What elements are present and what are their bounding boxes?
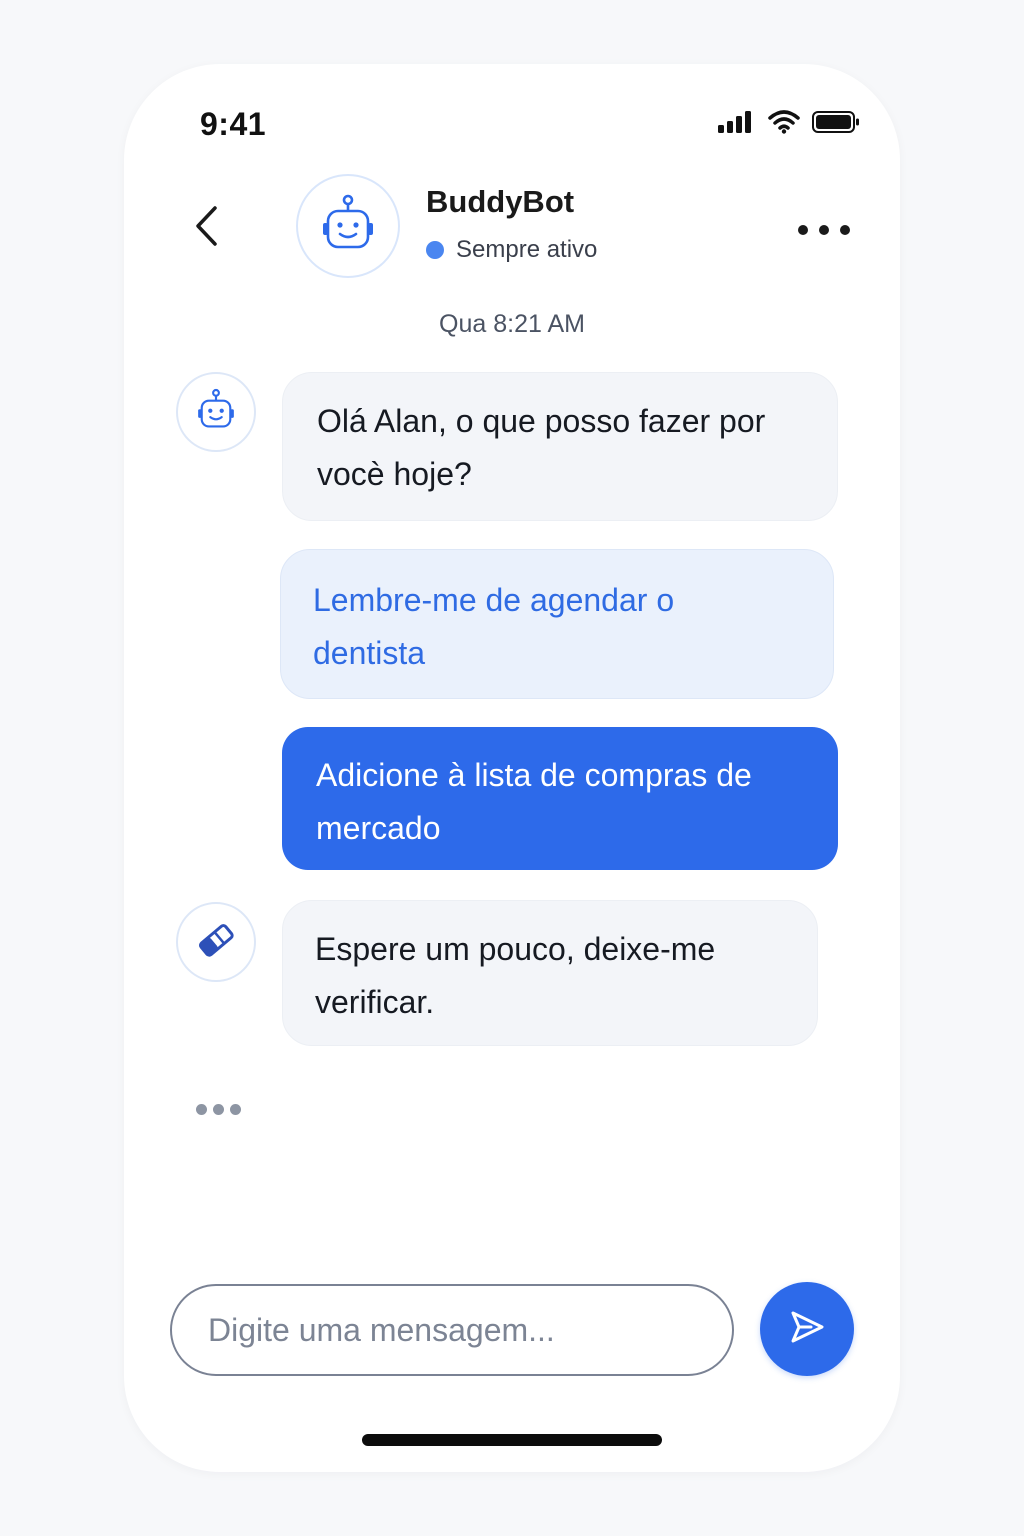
bot-message-bubble: Olá Alan, o que posso fazer por vocè hoj… xyxy=(282,372,838,521)
user-message-text: Adicione à lista de compras de mercado xyxy=(316,757,752,846)
bot-status-text: Sempre ativo xyxy=(456,236,598,263)
suggestion-chip[interactable]: Lembre-me de agendar o dentista xyxy=(280,549,834,699)
message-timestamp: Qua 8:21 AM xyxy=(439,310,585,338)
eraser-icon xyxy=(196,920,236,965)
battery-icon xyxy=(812,110,860,139)
bot-message-avatar xyxy=(176,372,256,452)
bot-message-text: Olá Alan, o que posso fazer por vocè hoj… xyxy=(317,403,766,492)
online-status-dot xyxy=(426,241,444,259)
wifi-icon xyxy=(768,110,800,139)
typing-indicator xyxy=(196,1104,241,1115)
bot-message-bubble: Espere um pouco, deixe-me verificar. xyxy=(282,900,818,1046)
bot-status: Sempre ativo xyxy=(426,236,597,264)
home-indicator xyxy=(362,1434,662,1446)
more-options-button[interactable] xyxy=(798,212,850,248)
status-icons xyxy=(718,110,860,139)
phone-frame: 9:41 BuddyBot Sempre ativo Qua 8:21 AM O… xyxy=(124,64,900,1472)
back-button[interactable] xyxy=(180,196,232,260)
robot-icon xyxy=(320,194,376,259)
send-button[interactable] xyxy=(760,1282,854,1376)
message-input[interactable] xyxy=(206,1310,732,1350)
user-message-bubble: Adicione à lista de compras de mercado xyxy=(282,727,838,870)
typing-dots-icon xyxy=(196,1104,207,1115)
send-icon xyxy=(787,1307,827,1352)
bot-avatar xyxy=(296,174,400,278)
message-input-container[interactable] xyxy=(170,1284,734,1376)
bot-message-avatar xyxy=(176,902,256,982)
more-horizontal-icon xyxy=(798,225,808,235)
bot-message-text: Espere um pouco, deixe-me verificar. xyxy=(315,931,716,1020)
signal-icon xyxy=(718,111,756,138)
robot-icon xyxy=(196,388,236,437)
bot-name: BuddyBot xyxy=(426,184,575,219)
chevron-left-icon xyxy=(193,205,219,252)
status-time: 9:41 xyxy=(200,106,267,142)
suggestion-text: Lembre-me de agendar o dentista xyxy=(313,582,675,671)
